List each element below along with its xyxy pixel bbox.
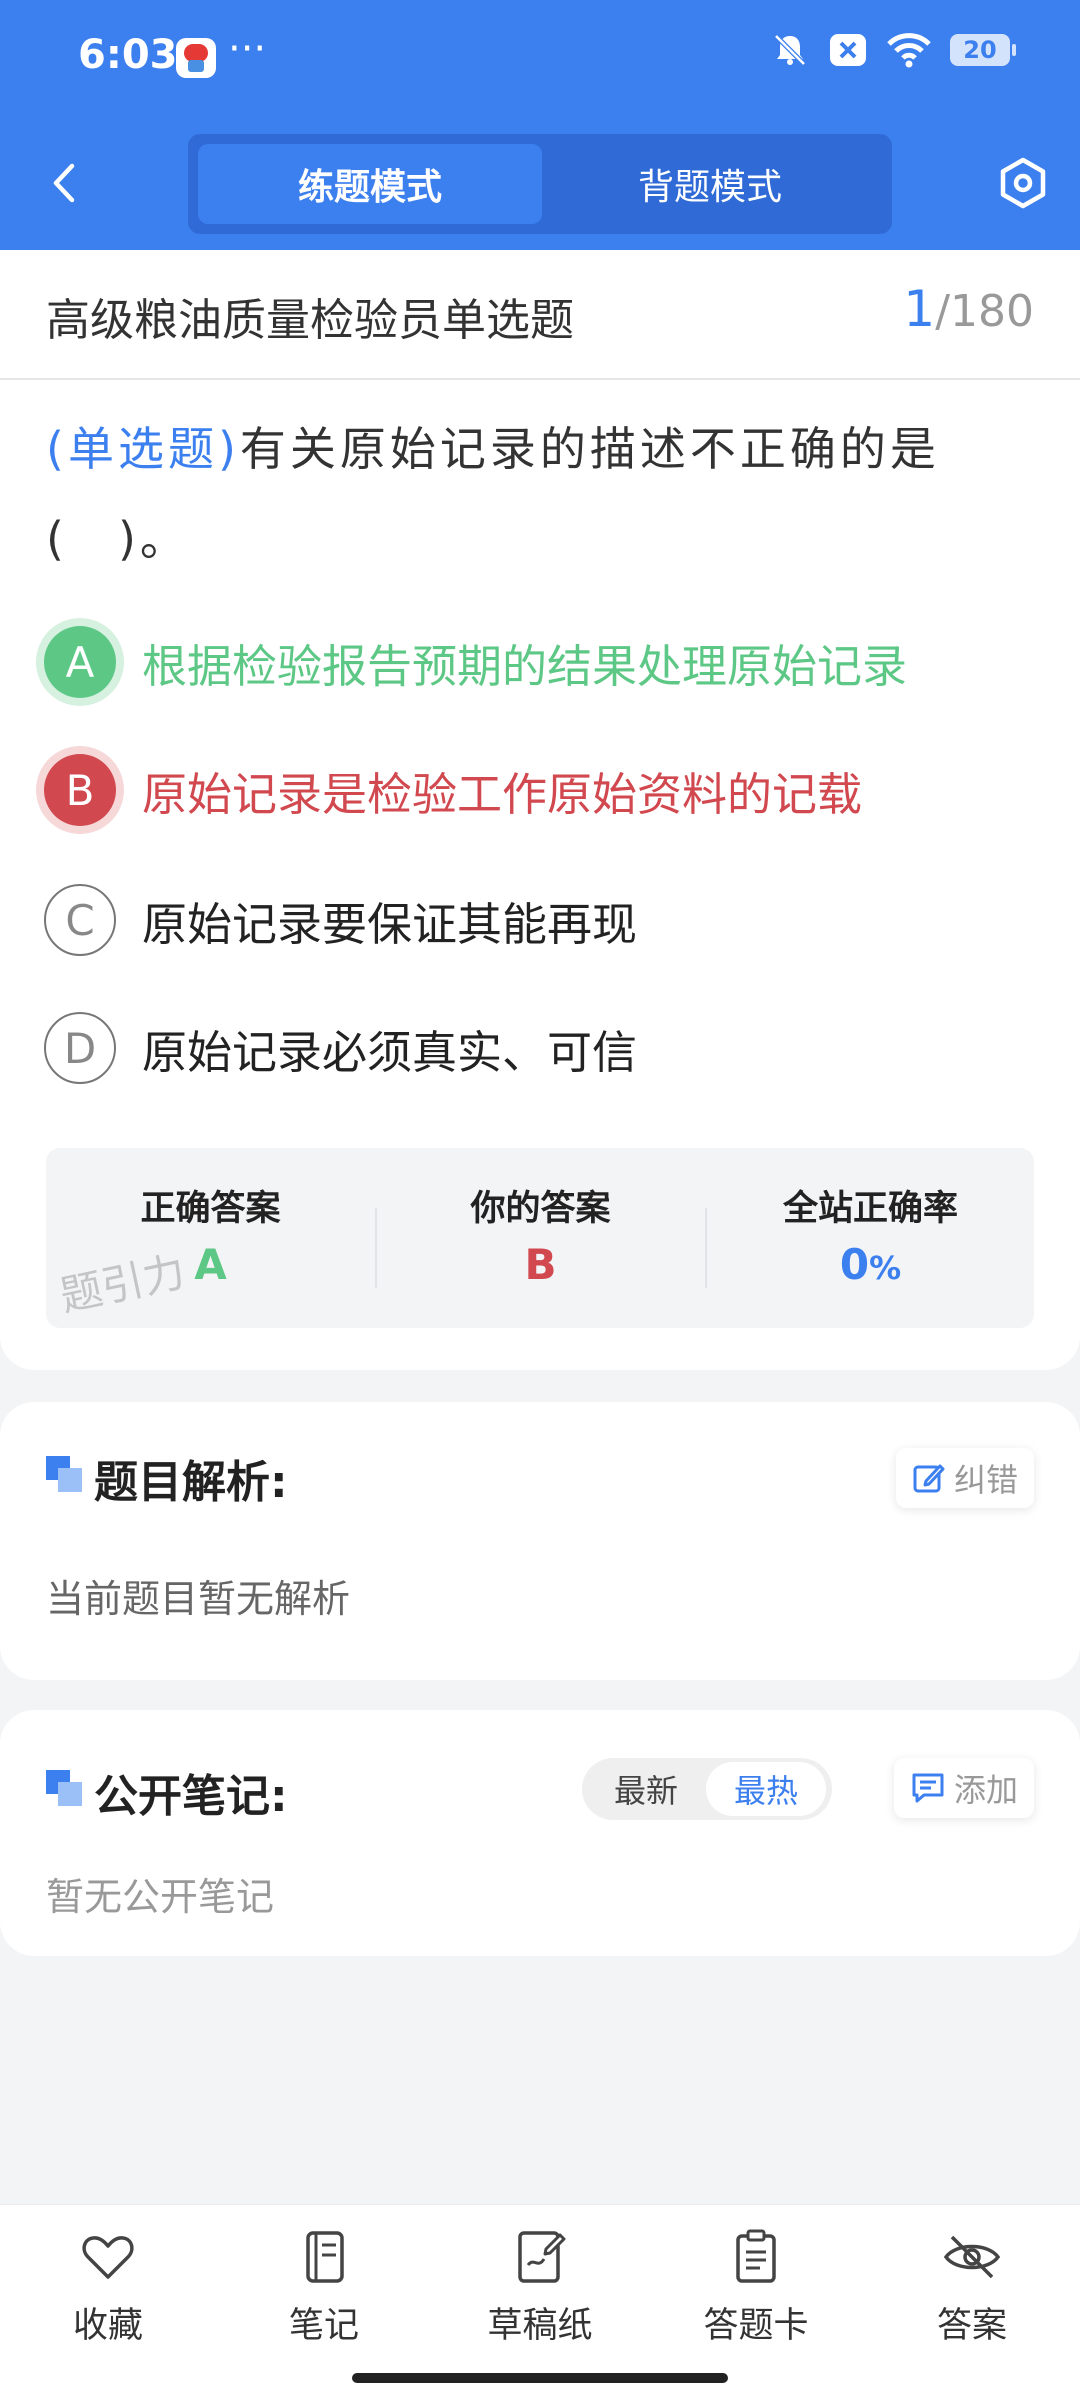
option-b-text: 原始记录是检验工作原始资料的记载 [142, 767, 863, 821]
home-indicator[interactable] [352, 2373, 728, 2383]
tab-memorize-mode[interactable]: 背题模式 [538, 144, 882, 224]
option-a[interactable]: A 根据检验报告预期的结果处理原始记录 [44, 622, 1044, 702]
analysis-body: 当前题目暂无解析 [46, 1577, 351, 1621]
question-header: 高级粮油质量检验员单选题 1/180 [0, 250, 1080, 380]
status-more-dots: ··· [228, 26, 267, 72]
question-type-label: (单选题) [46, 422, 240, 476]
option-a-letter: A [44, 626, 116, 698]
section-square-icon [46, 1456, 84, 1494]
status-time: 6:03 [78, 32, 178, 78]
sort-hot[interactable]: 最热 [706, 1762, 826, 1816]
add-note-label: 添加 [953, 1771, 1018, 1809]
bottom-toolbar: 收藏 笔记 草稿纸 答题卡 答案 [0, 2204, 1080, 2401]
option-b-letter: B [44, 754, 116, 826]
scratch-paper-icon [518, 2231, 566, 2283]
your-answer-column: 你的答案 B [376, 1148, 705, 1328]
correct-answer-label: 正确答案 [140, 1189, 281, 1229]
scratch-paper-button[interactable]: 草稿纸 [450, 2227, 630, 2348]
public-notes-section: 公开笔记: 最新 最热 添加 暂无公开笔记 [0, 1710, 1080, 1956]
answer-label: 答案 [936, 2306, 1007, 2346]
accuracy-label: 全站正确率 [782, 1189, 958, 1229]
scratch-paper-label: 草稿纸 [487, 2306, 593, 2346]
accuracy-number: 0 [839, 1240, 870, 1289]
eye-off-icon [943, 2235, 1001, 2279]
option-d-letter: D [44, 1012, 116, 1084]
notebook-icon [306, 2231, 344, 2283]
status-bar: 6:03 ··· 20 [0, 0, 1080, 118]
mute-bell-icon [774, 34, 806, 66]
option-c-text: 原始记录要保证其能再现 [142, 897, 638, 951]
top-navigation: 练题模式 背题模式 [0, 118, 1080, 250]
section-square-icon [46, 1770, 84, 1808]
question-card: (单选题)有关原始记录的描述不正确的是( )。 A 根据检验报告预期的结果处理原… [0, 380, 1080, 1370]
notes-sort-toggle: 最新 最热 [582, 1758, 832, 1820]
question-counter: 1/180 [903, 280, 1034, 338]
analysis-title: 题目解析: [94, 1457, 288, 1508]
favorite-button[interactable]: 收藏 [18, 2227, 198, 2348]
comment-icon [912, 1773, 944, 1803]
heart-icon [82, 2236, 134, 2279]
your-answer-value: B [524, 1240, 557, 1289]
clipboard-icon [736, 2229, 776, 2283]
question-bank-title: 高级粮油质量检验员单选题 [46, 295, 574, 346]
current-question-number: 1 [903, 280, 936, 338]
your-answer-label: 你的答案 [470, 1189, 611, 1229]
app-avatar-icon [176, 38, 216, 78]
option-a-text: 根据检验报告预期的结果处理原始记录 [142, 639, 908, 693]
public-notes-body: 暂无公开笔记 [46, 1875, 275, 1919]
mode-switch: 练题模式 背题模式 [188, 134, 892, 234]
option-d[interactable]: D 原始记录必须真实、可信 [44, 1008, 1044, 1088]
settings-icon[interactable] [996, 156, 1050, 210]
answer-summary: 正确答案 A 你的答案 B 全站正确率 0% 题引力 [46, 1148, 1034, 1328]
total-questions: /180 [935, 286, 1034, 337]
notes-label: 笔记 [288, 2306, 359, 2346]
report-error-label: 纠错 [953, 1461, 1018, 1499]
question-stem: (单选题)有关原始记录的描述不正确的是( )。 [46, 404, 1036, 584]
close-box-icon [830, 34, 866, 66]
add-note-button[interactable]: 添加 [893, 1758, 1034, 1818]
answer-toggle-button[interactable]: 答案 [882, 2227, 1062, 2348]
option-b[interactable]: B 原始记录是检验工作原始资料的记载 [44, 750, 1044, 830]
option-d-text: 原始记录必须真实、可信 [142, 1025, 638, 1079]
accuracy-column: 全站正确率 0% [706, 1148, 1035, 1328]
battery-icon: 20 [950, 34, 1016, 66]
accuracy-value: 0% [706, 1240, 1035, 1289]
accuracy-unit: % [869, 1249, 902, 1287]
public-notes-title: 公开笔记: [94, 1771, 288, 1822]
favorite-label: 收藏 [72, 2306, 143, 2346]
edit-icon [913, 1464, 945, 1493]
analysis-section: 题目解析: 纠错 当前题目暂无解析 [0, 1402, 1080, 1680]
status-icons: 20 [770, 30, 1016, 70]
notes-button[interactable]: 笔记 [234, 2227, 414, 2348]
tab-practice-mode[interactable]: 练题模式 [198, 144, 542, 224]
answer-card-button[interactable]: 答题卡 [666, 2227, 846, 2348]
back-arrow-icon[interactable] [42, 158, 92, 208]
sort-latest[interactable]: 最新 [586, 1758, 706, 1820]
answer-card-label: 答题卡 [703, 2306, 809, 2346]
option-c[interactable]: C 原始记录要保证其能再现 [44, 880, 1044, 960]
wifi-icon [887, 33, 931, 68]
report-error-button[interactable]: 纠错 [895, 1448, 1034, 1508]
option-c-letter: C [44, 884, 116, 956]
